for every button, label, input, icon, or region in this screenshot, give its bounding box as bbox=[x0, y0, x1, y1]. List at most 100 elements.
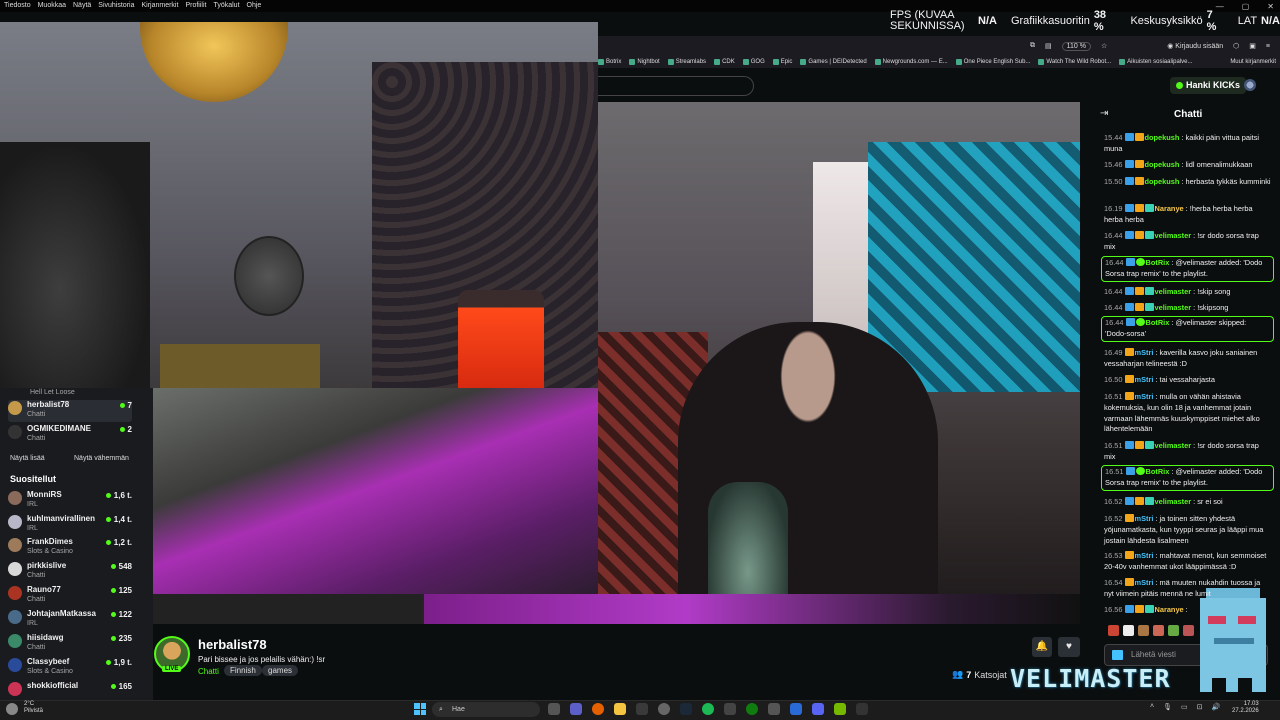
show-more-button[interactable]: Näytä lisää bbox=[10, 455, 45, 462]
file-explorer-icon[interactable] bbox=[614, 703, 626, 715]
menu-item[interactable]: Muokkaa bbox=[38, 0, 66, 12]
show-less-button[interactable]: Näytä vähemmän bbox=[74, 455, 129, 462]
teams-icon[interactable] bbox=[570, 703, 582, 715]
chat-username[interactable]: BotRix bbox=[1146, 467, 1170, 476]
bookmark-item[interactable]: Games | DEIDetected bbox=[800, 56, 867, 68]
bookmark-item[interactable]: Epic bbox=[772, 56, 792, 68]
network-icon[interactable]: ⊡ bbox=[1197, 703, 1203, 711]
spotify-icon[interactable] bbox=[702, 703, 714, 715]
chat-username[interactable]: velimaster bbox=[1155, 303, 1192, 312]
chat-badge-icon[interactable] bbox=[1125, 318, 1135, 326]
emote-icon[interactable] bbox=[1108, 625, 1119, 636]
sidebar-channel[interactable]: kuhlmanvirallinen IRL 1,4 t. bbox=[8, 514, 132, 536]
chat-badge-icon[interactable] bbox=[1124, 441, 1134, 449]
chat-badge-icon[interactable] bbox=[1124, 514, 1134, 522]
taskbar-search[interactable]: Hae bbox=[432, 702, 540, 717]
chat-username[interactable]: velimaster bbox=[1155, 441, 1192, 450]
display-icon[interactable]: ▭ bbox=[1181, 703, 1188, 711]
emote-icon[interactable] bbox=[1138, 625, 1149, 636]
user-avatar[interactable] bbox=[1244, 79, 1256, 91]
follow-heart-icon[interactable]: ♥ bbox=[1058, 637, 1080, 657]
chat-badge-icon[interactable] bbox=[1124, 348, 1134, 356]
bookmark-item[interactable]: Watch The Wild Robot... bbox=[1038, 56, 1111, 68]
sidebar-channel[interactable]: Rauno77 Chatti 125 bbox=[8, 585, 132, 607]
chat-username[interactable]: mStri bbox=[1135, 578, 1154, 587]
task-view-icon[interactable] bbox=[548, 703, 560, 715]
chat-badge-icon[interactable] bbox=[1134, 441, 1144, 449]
chat-badge-icon[interactable] bbox=[1134, 497, 1144, 505]
bookmark-item[interactable]: Nightbot bbox=[629, 56, 660, 68]
chat-badge-icon[interactable] bbox=[1124, 375, 1134, 383]
discord-icon[interactable] bbox=[812, 703, 824, 715]
app-icon[interactable] bbox=[856, 703, 868, 715]
chat-username[interactable]: mStri bbox=[1135, 551, 1154, 560]
app-icon[interactable] bbox=[724, 703, 736, 715]
chat-badge-icon[interactable] bbox=[1125, 467, 1135, 475]
chat-badge-icon[interactable] bbox=[1144, 231, 1154, 239]
chat-username[interactable]: BotRix bbox=[1146, 258, 1170, 267]
tag-finnish[interactable]: Finnish bbox=[224, 665, 262, 676]
chat-badge-icon[interactable] bbox=[1135, 467, 1145, 475]
chat-badge-icon[interactable] bbox=[1144, 204, 1154, 212]
taskbar-clock[interactable]: 17.03 27.2.2026 bbox=[1232, 701, 1259, 715]
bookmark-item[interactable]: One Piece English Sub... bbox=[955, 56, 1030, 68]
sidebar-channel[interactable]: FrankDimes Slots & Casino 1,2 t. bbox=[8, 537, 132, 559]
chat-username[interactable]: mStri bbox=[1135, 375, 1154, 384]
bookmark-item[interactable]: GOG bbox=[742, 56, 765, 68]
extensions-icon[interactable]: ⬡ bbox=[1233, 42, 1239, 50]
chat-badge-icon[interactable] bbox=[1124, 605, 1134, 613]
chat-username[interactable]: Naranye bbox=[1155, 204, 1184, 213]
volume-icon[interactable]: 🔊 bbox=[1211, 703, 1220, 711]
stream-video[interactable] bbox=[598, 102, 1080, 594]
bookmark-star-icon[interactable]: ☆ bbox=[1101, 42, 1107, 50]
menu-item[interactable]: Tiedosto bbox=[4, 0, 31, 12]
sidebar-channel[interactable]: herbalist78 Chatti 7 bbox=[8, 400, 132, 422]
menu-item[interactable]: Profiilit bbox=[185, 0, 206, 12]
emote-icon[interactable] bbox=[1123, 625, 1134, 636]
zoom-indicator[interactable]: 110 % bbox=[1061, 41, 1091, 51]
app-icon[interactable] bbox=[768, 703, 780, 715]
steam-icon[interactable] bbox=[680, 703, 692, 715]
store-icon[interactable] bbox=[636, 703, 648, 715]
chat-badge-icon[interactable] bbox=[1144, 441, 1154, 449]
sidebar-channel[interactable]: OGMIKEDIMANE Chatti 2 bbox=[8, 424, 132, 446]
xbox-icon[interactable] bbox=[746, 703, 758, 715]
other-bookmarks[interactable]: Muut kirjanmerkit bbox=[1230, 56, 1276, 68]
chat-badge-icon[interactable] bbox=[1134, 287, 1144, 295]
menu-item[interactable]: Näytä bbox=[73, 0, 91, 12]
firefox-icon[interactable] bbox=[592, 703, 604, 715]
chat-badge-icon[interactable] bbox=[1134, 133, 1144, 141]
weather-widget[interactable]: 2°C Pilvistä bbox=[24, 701, 43, 715]
sidebar-channel[interactable]: Classybeef Slots & Casino 1,9 t. bbox=[8, 657, 132, 679]
chat-badge-icon[interactable] bbox=[1144, 497, 1154, 505]
chat-badge-icon[interactable] bbox=[1124, 177, 1134, 185]
chat-badge-icon[interactable] bbox=[1135, 258, 1145, 266]
notify-bell-icon[interactable]: 🔔 bbox=[1032, 637, 1052, 657]
channel-name[interactable]: herbalist78 bbox=[198, 637, 267, 652]
addon-icon[interactable]: ▣ bbox=[1249, 42, 1256, 50]
sidebar-channel[interactable]: JohtajanMatkassa IRL 122 bbox=[8, 609, 132, 631]
chat-username[interactable]: Naranye bbox=[1155, 605, 1184, 614]
menu-item[interactable]: Työkalut bbox=[213, 0, 239, 12]
bookmark-item[interactable]: Botrix bbox=[598, 56, 621, 68]
chat-badge-icon[interactable] bbox=[1112, 650, 1123, 660]
chat-username[interactable]: mStri bbox=[1135, 348, 1154, 357]
chat-username[interactable]: BotRix bbox=[1146, 318, 1170, 327]
menu-icon[interactable]: ≡ bbox=[1266, 43, 1270, 50]
signin-button[interactable]: ◉ Kirjaudu sisään bbox=[1167, 42, 1223, 50]
chat-username[interactable]: dopekush bbox=[1145, 160, 1180, 169]
search-input[interactable] bbox=[598, 76, 754, 96]
collapse-chat-icon[interactable]: ⇥ bbox=[1100, 108, 1108, 119]
screenshot-icon[interactable]: ⧉ bbox=[1030, 42, 1035, 50]
obs-icon[interactable] bbox=[658, 703, 670, 715]
chat-badge-icon[interactable] bbox=[1125, 258, 1135, 266]
chat-badge-icon[interactable] bbox=[1124, 160, 1134, 168]
chat-badge-icon[interactable] bbox=[1134, 605, 1144, 613]
menu-item[interactable]: Ohje bbox=[247, 0, 262, 12]
chat-badge-icon[interactable] bbox=[1144, 605, 1154, 613]
chat-badge-icon[interactable] bbox=[1134, 231, 1144, 239]
chat-badge-icon[interactable] bbox=[1124, 497, 1134, 505]
chat-badge-icon[interactable] bbox=[1134, 204, 1144, 212]
start-menu-icon[interactable] bbox=[414, 703, 426, 715]
emote-icon[interactable] bbox=[1168, 625, 1179, 636]
